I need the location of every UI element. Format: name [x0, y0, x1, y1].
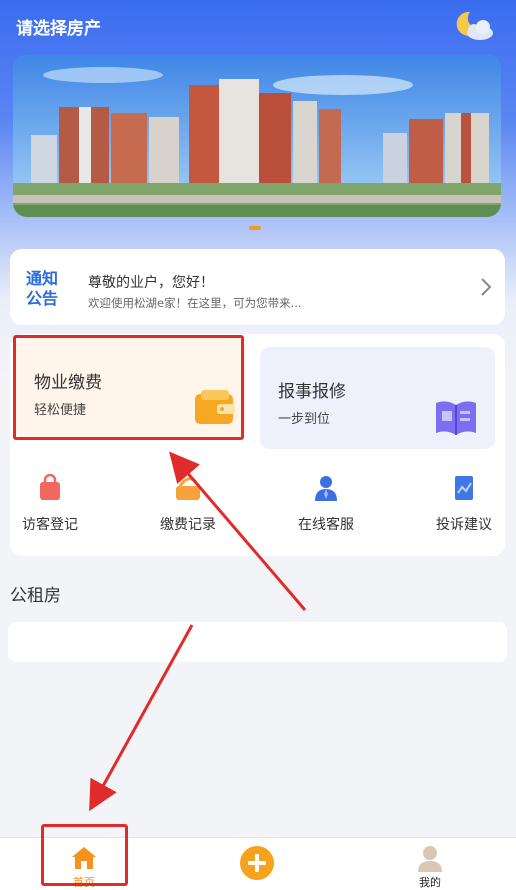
quick-link-label: 投诉建议: [436, 517, 492, 533]
svg-text:通知: 通知: [26, 269, 58, 288]
visitor-bag-icon: [40, 474, 60, 500]
avatar-icon: [418, 846, 442, 872]
carousel-indicator[interactable]: [249, 226, 261, 230]
customer-service-icon: [315, 476, 337, 501]
tab-home-label: 首页: [73, 876, 95, 889]
repair-card[interactable]: 报事报修 一步到位: [260, 347, 495, 449]
public-housing-heading: 公租房: [10, 586, 61, 606]
notice-logo-icon: 通知 公告: [26, 269, 58, 308]
payment-record-icon: [176, 477, 200, 500]
property-fee-subtitle: 轻松便捷: [34, 403, 87, 418]
notice-title: 尊敬的业户，您好！: [88, 275, 214, 291]
plus-icon: [240, 846, 274, 880]
home-icon: [72, 847, 96, 869]
tab-add[interactable]: [207, 838, 307, 890]
banner-carousel[interactable]: [13, 55, 501, 217]
tab-me[interactable]: 我的: [380, 838, 480, 890]
property-fee-title: 物业缴费: [34, 373, 102, 393]
quick-link-label: 在线客服: [298, 517, 354, 533]
notice-subtitle: 欢迎使用松湖e家！在这里，可为您带来...: [88, 296, 302, 310]
banner-image: [13, 55, 501, 217]
app-screen: 请选择房产 通知 公告 尊敬的业户，您好！ 欢迎使用松湖e家！在这里，可为您带来…: [0, 0, 516, 890]
property-fee-card[interactable]: 物业缴费 轻松便捷: [16, 338, 246, 440]
svg-text:公告: 公告: [26, 289, 58, 308]
quick-link-customer-service[interactable]: 在线客服: [276, 474, 376, 540]
tab-me-label: 我的: [419, 876, 441, 889]
quick-link-visitor[interactable]: 访客登记: [0, 474, 100, 540]
header: 请选择房产: [0, 0, 516, 52]
quick-link-label: 访客登记: [22, 517, 78, 533]
repair-title: 报事报修: [278, 382, 346, 402]
services-panel: 物业缴费 轻松便捷 报事报修 一步到位 访客登记 缴费记录 在线客服 投诉建议: [10, 334, 505, 556]
quick-link-complaint[interactable]: 投诉建议: [414, 474, 514, 540]
wallet-icon: [195, 390, 235, 424]
chevron-right-icon[interactable]: [479, 277, 493, 297]
book-icon: [436, 401, 476, 435]
tab-home[interactable]: 首页: [34, 838, 134, 890]
public-housing-list[interactable]: [8, 622, 507, 662]
page-title[interactable]: 请选择房产: [16, 14, 101, 39]
bottom-tab-bar: 首页 我的: [0, 837, 516, 890]
repair-subtitle: 一步到位: [278, 412, 331, 427]
quick-link-payment-record[interactable]: 缴费记录: [138, 474, 238, 540]
moon-cloud-icon: [456, 11, 493, 40]
notice-bar[interactable]: 通知 公告 尊敬的业户，您好！ 欢迎使用松湖e家！在这里，可为您带来...: [10, 249, 505, 325]
quick-link-label: 缴费记录: [160, 517, 216, 533]
complaint-icon: [455, 476, 473, 500]
